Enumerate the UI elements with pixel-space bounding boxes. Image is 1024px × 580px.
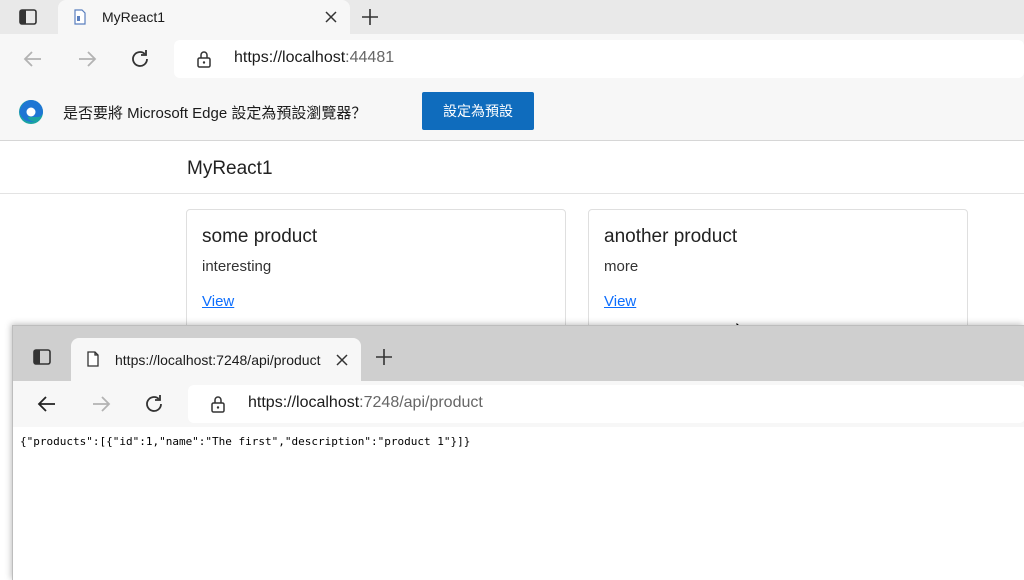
app-navbar: MyReact1	[0, 142, 1024, 194]
tab-title: MyReact1	[102, 9, 166, 25]
lock-icon[interactable]	[196, 50, 212, 68]
forward-arrow-icon[interactable]	[75, 47, 99, 71]
card-description: more	[604, 258, 639, 275]
view-link[interactable]: View	[202, 293, 234, 310]
card-title: another product	[604, 226, 738, 247]
url-text: https://localhost:44481	[234, 49, 395, 66]
tab-myreact1[interactable]: MyReact1	[58, 0, 350, 34]
address-bar[interactable]: https://localhost:44481	[174, 40, 1024, 78]
tab-title: https://localhost:7248/api/product	[115, 352, 321, 368]
infobar-message: 是否要將 Microsoft Edge 設定為預設瀏覽器？	[63, 105, 367, 122]
card-description: interesting	[202, 258, 272, 275]
view-link[interactable]: View	[604, 293, 636, 310]
card-title: some product	[202, 226, 318, 247]
close-icon[interactable]	[335, 353, 349, 367]
nav-bar: https://localhost:7248/api/product	[13, 381, 1024, 427]
refresh-icon[interactable]	[128, 47, 152, 71]
json-response-text: {"products":[{"id":1,"name":"The first",…	[20, 435, 471, 448]
lock-icon[interactable]	[210, 395, 226, 413]
forward-arrow-icon[interactable]	[89, 392, 113, 416]
back-arrow-icon[interactable]	[21, 47, 45, 71]
plus-icon[interactable]	[361, 8, 379, 26]
app-brand[interactable]: MyReact1	[187, 158, 273, 180]
tab-api-product[interactable]: https://localhost:7248/api/product	[71, 338, 361, 381]
plus-icon[interactable]	[375, 348, 393, 366]
edge-logo-icon	[18, 99, 44, 125]
tab-actions-icon[interactable]	[16, 6, 40, 28]
browser-window-front: https://localhost:7248/api/product https…	[12, 325, 1024, 580]
back-arrow-icon[interactable]	[35, 392, 59, 416]
set-default-button[interactable]: 設定為預設	[422, 92, 534, 130]
page-icon	[85, 351, 101, 367]
refresh-icon[interactable]	[142, 392, 166, 416]
default-browser-infobar: 是否要將 Microsoft Edge 設定為預設瀏覽器？ 設定為預設	[0, 84, 1024, 141]
url-text: https://localhost:7248/api/product	[248, 394, 483, 411]
page-icon	[72, 9, 88, 25]
tab-actions-icon[interactable]	[30, 346, 54, 368]
nav-bar: https://localhost:44481	[0, 34, 1024, 84]
address-bar[interactable]: https://localhost:7248/api/product	[188, 385, 1024, 423]
close-icon[interactable]	[324, 10, 338, 24]
tab-strip: MyReact1	[0, 0, 1024, 34]
tab-strip: https://localhost:7248/api/product	[13, 326, 1024, 381]
